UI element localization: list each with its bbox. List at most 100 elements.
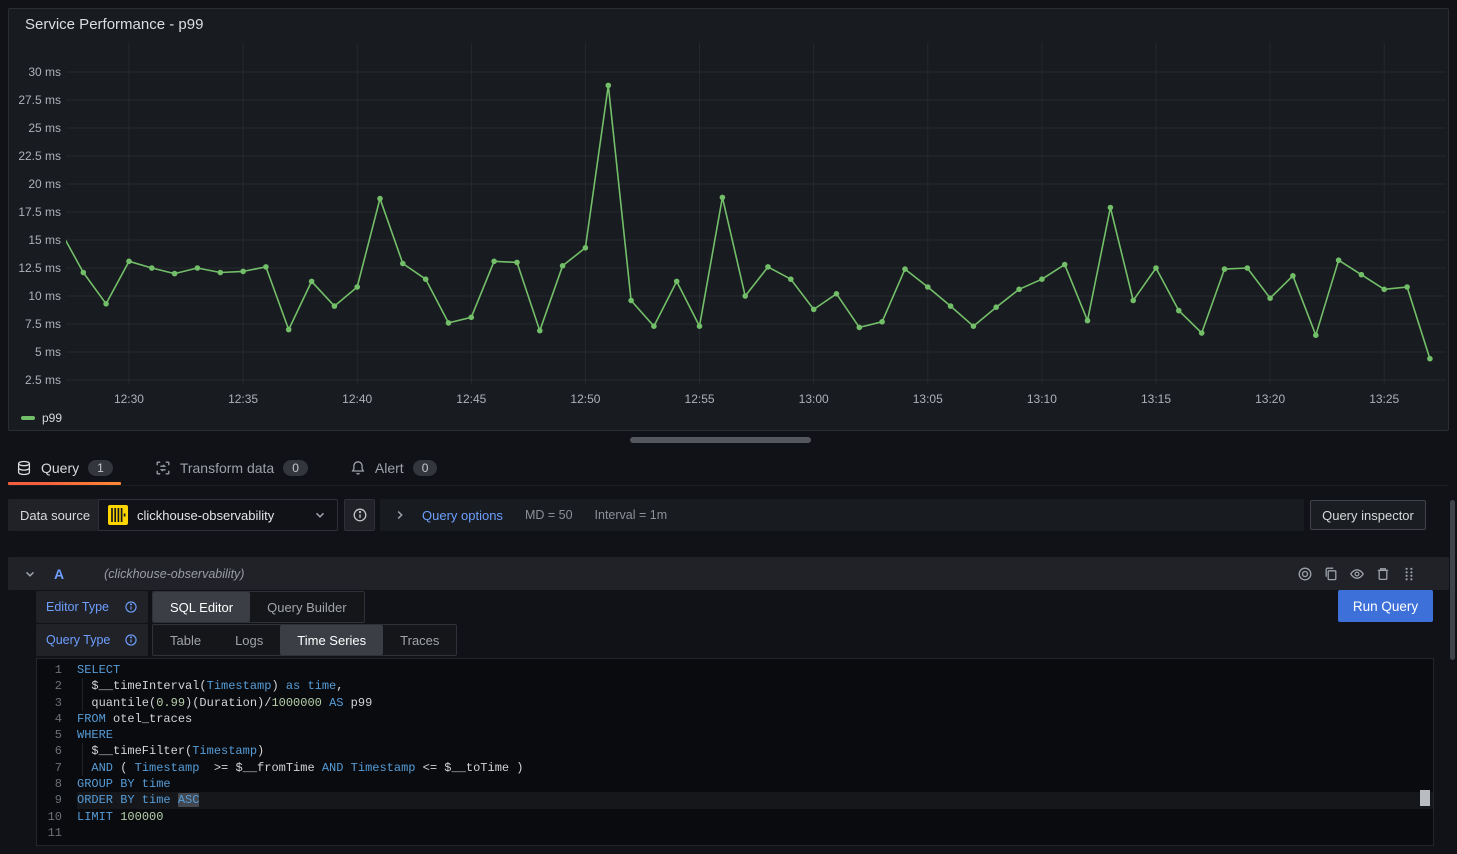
x-axis-tick: 12:40 <box>342 392 372 406</box>
datasource-name: clickhouse-observability <box>137 508 303 523</box>
series-point <box>857 325 863 331</box>
series-point <box>971 323 977 329</box>
radio-option-logs[interactable]: Logs <box>218 625 280 655</box>
pane-resize-handle[interactable] <box>630 437 811 443</box>
query-options-bar[interactable]: Query options MD = 50 Interval = 1m <box>380 499 1304 531</box>
drag-handle-icon[interactable] <box>1401 566 1417 582</box>
series-point <box>902 266 908 272</box>
query-actions <box>1297 566 1417 582</box>
series-point <box>332 303 338 309</box>
series-point <box>788 276 794 282</box>
series-point <box>606 83 612 89</box>
radio-option-sql-editor[interactable]: SQL Editor <box>153 592 250 622</box>
bell-icon <box>350 460 366 476</box>
tab-query[interactable]: Query 1 <box>8 450 121 485</box>
database-icon <box>16 460 32 476</box>
series-line <box>61 85 1430 358</box>
query-inspector-button[interactable]: Query inspector <box>1310 500 1426 530</box>
code-line-8[interactable]: 8GROUP BY time <box>37 776 1433 792</box>
series-point <box>697 323 703 329</box>
code-line-7[interactable]: 7 AND ( Timestamp >= $__fromTime AND Tim… <box>37 760 1433 776</box>
datasource-help-button[interactable] <box>344 499 375 531</box>
query-type-radio-group: TableLogsTime SeriesTraces <box>152 624 457 656</box>
query-datasource-hint: (clickhouse-observability) <box>104 567 244 581</box>
y-axis-tick: 20 ms <box>28 177 61 191</box>
radio-option-traces[interactable]: Traces <box>383 625 456 655</box>
legend-series-dash <box>21 416 35 420</box>
code-line-6[interactable]: 6 $__timeFilter(Timestamp) <box>37 743 1433 759</box>
page-scrollbar-thumb[interactable] <box>1450 500 1455 660</box>
series-point <box>742 293 748 299</box>
series-point <box>1153 265 1159 271</box>
tab-transform-data[interactable]: Transform data 0 <box>147 450 316 485</box>
line-number: 4 <box>37 711 77 727</box>
series-point <box>834 291 840 297</box>
code-line-2[interactable]: 2 $__timeInterval(Timestamp) as time, <box>37 678 1433 694</box>
radio-option-table[interactable]: Table <box>153 625 218 655</box>
editor-type-row: Editor Type SQL EditorQuery Builder <box>36 591 365 623</box>
query-options-link[interactable]: Query options <box>422 508 503 523</box>
series-point <box>1222 266 1228 272</box>
series-point <box>126 259 132 265</box>
radio-option-query-builder[interactable]: Query Builder <box>250 592 363 622</box>
series-point <box>1062 262 1068 268</box>
info-circle-icon[interactable] <box>124 600 138 614</box>
series-point <box>537 328 543 334</box>
query-row-header[interactable]: A (clickhouse-observability) <box>8 557 1449 590</box>
line-number: 2 <box>37 678 77 694</box>
series-point <box>1130 298 1136 304</box>
series-point <box>1267 295 1273 301</box>
series-point <box>263 264 269 270</box>
y-axis-tick: 2.5 ms <box>25 373 61 387</box>
series-point <box>377 196 383 202</box>
max-data-points-value: MD = 50 <box>525 508 573 522</box>
code-line-1[interactable]: 1SELECT <box>37 662 1433 678</box>
delete-query-trash-icon[interactable] <box>1375 566 1391 582</box>
query-type-label: Query Type <box>46 633 110 647</box>
series-point <box>240 269 246 275</box>
series-point <box>195 265 201 271</box>
chevron-down-icon <box>312 507 328 523</box>
series-point <box>948 303 954 309</box>
toggle-query-icon[interactable] <box>1297 566 1313 582</box>
legend: p99 <box>21 411 62 425</box>
code-line-11[interactable]: 11 <box>37 825 1433 841</box>
tab-alert[interactable]: Alert 0 <box>342 450 445 485</box>
x-axis-tick: 12:30 <box>114 392 144 406</box>
tab-query-label: Query <box>41 460 79 476</box>
datasource-picker[interactable]: clickhouse-observability <box>98 499 338 531</box>
series-point <box>309 279 315 285</box>
run-query-button[interactable]: Run Query <box>1338 590 1433 622</box>
panel-title[interactable]: Service Performance - p99 <box>25 16 203 33</box>
code-line-9[interactable]: 9ORDER BY time ASC <box>37 792 1433 808</box>
duplicate-query-icon[interactable] <box>1323 566 1339 582</box>
line-number: 8 <box>37 776 77 792</box>
datasource-label: Data source <box>8 499 102 531</box>
series-point <box>1016 287 1022 293</box>
tab-transform-label: Transform data <box>180 460 274 476</box>
line-number: 11 <box>37 825 77 841</box>
line-content: LIMIT 100000 <box>77 809 1433 825</box>
series-point <box>491 259 497 265</box>
legend-series-label[interactable]: p99 <box>42 411 62 425</box>
line-content: AND ( Timestamp >= $__fromTime AND Times… <box>77 760 1433 776</box>
series-point <box>1427 356 1433 362</box>
code-line-3[interactable]: 3 quantile(0.99)(Duration)/1000000 AS p9… <box>37 695 1433 711</box>
datasource-row: Data source clickhouse-observability Que… <box>8 499 1449 531</box>
series-point <box>1176 308 1182 314</box>
code-line-5[interactable]: 5WHERE <box>37 727 1433 743</box>
info-circle-icon[interactable] <box>124 633 138 647</box>
collapse-chevron-icon[interactable] <box>22 566 38 582</box>
timeseries-plot[interactable]: 30 ms27.5 ms25 ms22.5 ms20 ms17.5 ms15 m… <box>9 9 1448 430</box>
sql-editor[interactable]: 1SELECT2 $__timeInterval(Timestamp) as t… <box>36 658 1434 846</box>
line-number: 9 <box>37 792 77 808</box>
hide-query-eye-icon[interactable] <box>1349 566 1365 582</box>
series-point <box>1313 332 1319 338</box>
indent-guide <box>82 695 83 711</box>
line-content: $__timeFilter(Timestamp) <box>77 743 1433 759</box>
interval-value: Interval = 1m <box>595 508 668 522</box>
radio-option-time-series[interactable]: Time Series <box>280 625 383 655</box>
code-line-10[interactable]: 10LIMIT 100000 <box>37 809 1433 825</box>
code-line-4[interactable]: 4FROM otel_traces <box>37 711 1433 727</box>
line-content <box>77 825 1433 841</box>
